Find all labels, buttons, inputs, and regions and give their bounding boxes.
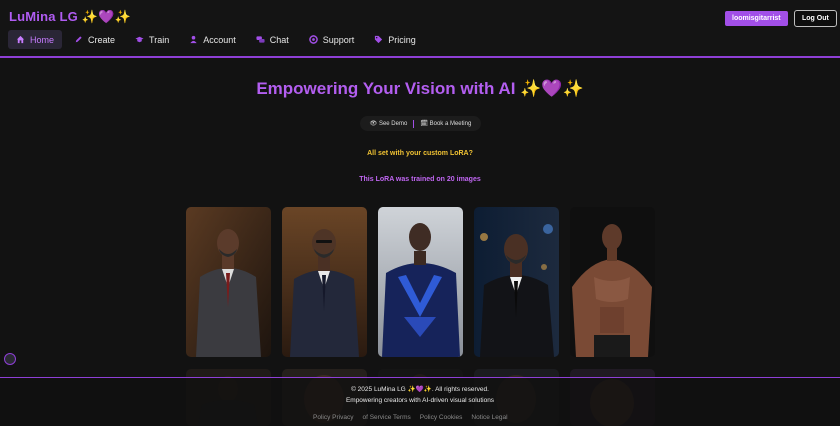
gallery-image-muscular-man[interactable]: [570, 207, 655, 357]
top-header: LuMina LG ✨💜✨ Home Create Train Account …: [0, 0, 840, 58]
book-meeting-label: Book a Meeting: [429, 121, 472, 127]
nav-item-train[interactable]: Train: [127, 30, 177, 49]
copyright-prefix: © 2025 LuMina LG: [351, 386, 406, 393]
pencil-icon: [75, 36, 82, 43]
footer-links: Policy Privacy of Service Terms Policy C…: [313, 414, 508, 421]
page-footer: © 2025 LuMina LG ✨💜✨. All rights reserve…: [0, 377, 840, 426]
purple-heart-icon: 💜: [541, 79, 563, 98]
footer-tagline: Empowering creators with AI-driven visua…: [345, 397, 495, 404]
graduation-cap-icon: [135, 36, 144, 43]
brand-name: LuMina LG: [9, 9, 78, 24]
see-demo-label: See Demo: [378, 121, 408, 127]
user-account-button[interactable]: loomisgitarrist: [725, 11, 788, 26]
copyright-suffix: . All rights reserved.: [431, 386, 489, 393]
man-in-black-suit-city-lights-image: [474, 207, 559, 357]
logout-button[interactable]: Log Out: [794, 10, 837, 27]
gallery-image-grey-suit[interactable]: [186, 207, 271, 357]
purple-heart-icon: 💜: [98, 9, 115, 24]
gallery-image-blue-superhero[interactable]: [378, 207, 463, 357]
nav-item-label: Home: [30, 34, 55, 45]
footer-link-privacy[interactable]: Policy Privacy: [313, 414, 353, 421]
sparkle-icon: ✨: [423, 386, 432, 393]
language-globe-icon[interactable]: [4, 353, 16, 365]
user-icon: [190, 35, 197, 44]
footer-link-terms[interactable]: of Service Terms: [362, 414, 410, 421]
home-icon: [16, 35, 25, 44]
copyright-text: © 2025 LuMina LG ✨💜✨. All rights reserve…: [0, 385, 840, 393]
calendar-icon: 🗓: [420, 121, 428, 127]
nav-item-create[interactable]: Create: [66, 30, 123, 49]
page-title: Empowering Your Vision with AI ✨💜✨: [0, 79, 840, 99]
nav-item-pricing[interactable]: Pricing: [366, 30, 424, 49]
brand-logo[interactable]: LuMina LG ✨💜✨: [9, 9, 131, 25]
nav-item-home[interactable]: Home: [8, 30, 63, 49]
man-in-navy-suit-image: [282, 207, 367, 357]
nav-item-label: Pricing: [388, 34, 416, 45]
book-meeting-link[interactable]: 🗓 Book a Meeting: [420, 120, 471, 127]
lora-trained-text: This LoRA was trained on 20 images: [359, 176, 481, 183]
man-in-grey-suit-image: [186, 207, 271, 357]
nav-item-label: Train: [149, 34, 170, 45]
footer-link-legal[interactable]: Notice Legal: [471, 414, 507, 421]
image-gallery: [186, 207, 655, 357]
chat-bubbles-icon: [256, 36, 265, 43]
footer-link-cookies[interactable]: Policy Cookies: [420, 414, 463, 421]
main-nav: Home Create Train Account Chat Support P…: [8, 30, 424, 49]
eye-icon: 👁: [369, 121, 378, 127]
see-demo-link[interactable]: 👁 See Demo: [370, 120, 408, 127]
nav-item-chat[interactable]: Chat: [248, 30, 297, 49]
nav-item-label: Account: [203, 34, 236, 45]
nav-item-label: Create: [88, 34, 116, 45]
lifebuoy-icon: [308, 35, 318, 44]
divider: [413, 119, 415, 128]
nav-item-account[interactable]: Account: [181, 30, 244, 49]
muscular-shirtless-man-image: [570, 207, 655, 357]
nav-item-label: Chat: [269, 34, 289, 45]
nav-item-label: Support: [322, 34, 355, 45]
sparkle-icon: ✨: [520, 79, 542, 98]
nav-item-support[interactable]: Support: [301, 30, 363, 49]
sparkle-icon: ✨: [562, 79, 584, 98]
gallery-image-navy-suit[interactable]: [282, 207, 367, 357]
hero-actions: 👁 See Demo 🗓 Book a Meeting: [360, 116, 481, 131]
gallery-image-black-suit-city[interactable]: [474, 207, 559, 357]
sparkle-icon: ✨: [114, 9, 131, 24]
sparkle-icon: ✨: [81, 9, 99, 24]
purple-heart-icon: 💜: [415, 386, 424, 393]
tag-icon: [375, 35, 383, 44]
lora-ready-text: All set with your custom LoRA?: [367, 150, 473, 157]
sparkle-icon: ✨: [407, 386, 416, 393]
page-title-text: Empowering Your Vision with AI: [256, 79, 516, 98]
man-in-blue-superhero-suit-image: [378, 207, 463, 357]
